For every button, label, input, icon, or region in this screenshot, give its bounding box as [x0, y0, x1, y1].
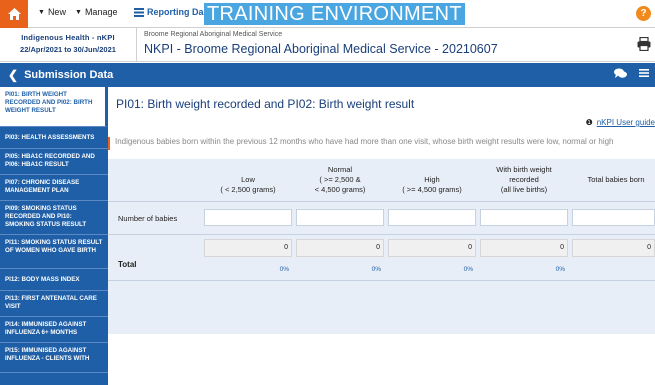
- percent-low: 0%: [279, 266, 289, 273]
- input-high[interactable]: [388, 209, 476, 226]
- comments-icon[interactable]: [614, 68, 627, 79]
- manage-label: Manage: [84, 7, 118, 17]
- sidebar-item-pi13[interactable]: PI13: First antenatal care visit: [0, 291, 108, 317]
- total-recorded: 0: [480, 239, 568, 257]
- new-menu[interactable]: ▼ New: [38, 7, 66, 17]
- input-total-babies[interactable]: [572, 209, 655, 226]
- home-button[interactable]: [0, 0, 28, 28]
- submission-title: NKPI - Broome Regional Aboriginal Medica…: [144, 42, 498, 56]
- divider: [108, 201, 655, 202]
- sidebar-item-pi03[interactable]: PI03: Health assessments: [0, 127, 108, 149]
- column-header-low: Low ( < 2,500 grams): [220, 175, 276, 194]
- service-name: Broome Regional Aboriginal Medical Servi…: [144, 31, 283, 38]
- home-icon: [7, 8, 21, 20]
- sidebar-item-pi09[interactable]: PI09: Smoking status recorded and PI10: …: [0, 201, 108, 235]
- sidebar-item-pi12[interactable]: PI12: Body mass index: [0, 269, 108, 291]
- top-toolbar: ▼ New ▼ Manage Reporting Dashboard TRAIN…: [0, 0, 655, 28]
- column-header-total-babies: Total babies born: [587, 175, 645, 184]
- back-to-submission[interactable]: ❮ Submission Data: [8, 68, 113, 82]
- percent-recorded: 0%: [555, 266, 565, 273]
- new-label: New: [47, 7, 66, 17]
- sidebar-item-pi11[interactable]: PI11: Smoking status result of women who…: [0, 235, 108, 269]
- submission-nav-bar: ❮ Submission Data: [0, 63, 655, 87]
- total-low: 0: [204, 239, 292, 257]
- help-icon[interactable]: ?: [636, 6, 651, 21]
- input-recorded[interactable]: [480, 209, 568, 226]
- dashboard-icon: [134, 7, 144, 17]
- collection-name: Indigenous Health - nKPI: [21, 33, 115, 42]
- column-header-high: High ( >= 4,500 grams): [402, 175, 462, 194]
- submission-header: Indigenous Health - nKPI 22/Apr/2021 to …: [0, 28, 655, 62]
- main-content: PI01: Birth weight recorded and PI02: Bi…: [108, 87, 655, 385]
- sidebar-item-pi05[interactable]: PI05: HbA1c recorded and PI06: HbA1c res…: [0, 149, 108, 175]
- data-entry-grid: Low ( < 2,500 grams) Normal ( >= 2,500 &…: [108, 159, 655, 334]
- training-environment-banner: TRAINING ENVIRONMENT: [204, 3, 465, 25]
- print-icon[interactable]: [637, 37, 651, 51]
- reporting-period-panel: Indigenous Health - nKPI 22/Apr/2021 to …: [0, 28, 137, 62]
- divider: [108, 280, 655, 281]
- user-guide-label: nKPI User guide: [596, 118, 655, 127]
- page-title: PI01: Birth weight recorded and PI02: Bi…: [116, 97, 415, 111]
- total-babies: 0: [572, 239, 655, 257]
- reporting-period: 22/Apr/2021 to 30/Jun/2021: [20, 45, 116, 54]
- total-high: 0: [388, 239, 476, 257]
- caret-down-icon: ▼: [38, 8, 45, 16]
- row-label-number-of-babies: Number of babies: [118, 214, 178, 223]
- percent-normal: 0%: [371, 266, 381, 273]
- caret-down-icon: ▼: [75, 8, 82, 16]
- divider: [108, 234, 655, 235]
- indicator-sidebar: PI01: Birth weight recorded and PI02: Bi…: [0, 87, 108, 385]
- sidebar-item-pi14[interactable]: PI14: Immunised against influenza 6+ mon…: [0, 317, 108, 343]
- info-icon: ❶: [585, 118, 593, 127]
- user-guide-link[interactable]: ❶ nKPI User guide: [586, 118, 655, 127]
- percent-high: 0%: [463, 266, 473, 273]
- manage-menu[interactable]: ▼ Manage: [75, 7, 117, 17]
- total-normal: 0: [296, 239, 384, 257]
- indicator-description: Indigenous babies born within the previo…: [108, 137, 655, 150]
- row-label-total: Total: [118, 260, 137, 269]
- nav-title: Submission Data: [24, 69, 114, 81]
- column-header-recorded: With birth weight recorded (all live bir…: [496, 165, 552, 194]
- input-normal[interactable]: [296, 209, 384, 226]
- chevron-left-icon: ❮: [8, 68, 19, 82]
- sidebar-item-pi01[interactable]: PI01: Birth weight recorded and PI02: Bi…: [0, 87, 108, 127]
- input-low[interactable]: [204, 209, 292, 226]
- sidebar-item-pi15[interactable]: PI15: Immunised against influenza - clie…: [0, 343, 108, 373]
- sidebar-item-pi07[interactable]: PI07: Chronic disease management plan: [0, 175, 108, 201]
- column-header-normal: Normal ( >= 2,500 & < 4,500 grams): [314, 165, 366, 194]
- menu-icon[interactable]: [639, 68, 649, 78]
